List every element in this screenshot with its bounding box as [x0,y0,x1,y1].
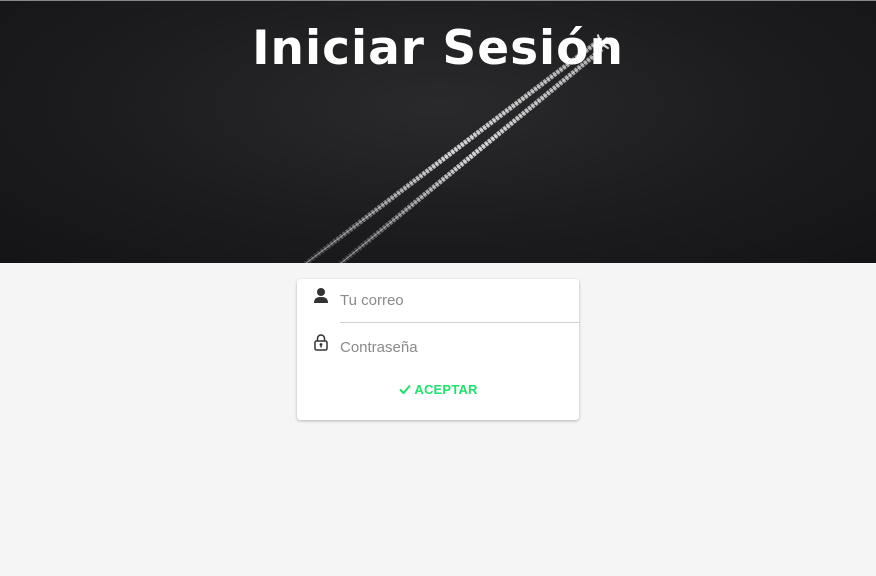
login-form: ACEPTAR [297,279,579,420]
accept-button-label: ACEPTAR [414,381,478,397]
password-field-row [297,325,579,371]
check-icon [399,384,412,395]
email-field-row [297,279,579,325]
email-input[interactable] [340,279,579,323]
page-title: Iniciar Sesión [252,21,624,76]
lock-icon [313,333,329,351]
password-input[interactable] [340,325,579,369]
user-icon [313,287,329,305]
accept-button[interactable]: ACEPTAR [393,377,483,401]
hero-banner: Iniciar Sesión [0,0,876,263]
